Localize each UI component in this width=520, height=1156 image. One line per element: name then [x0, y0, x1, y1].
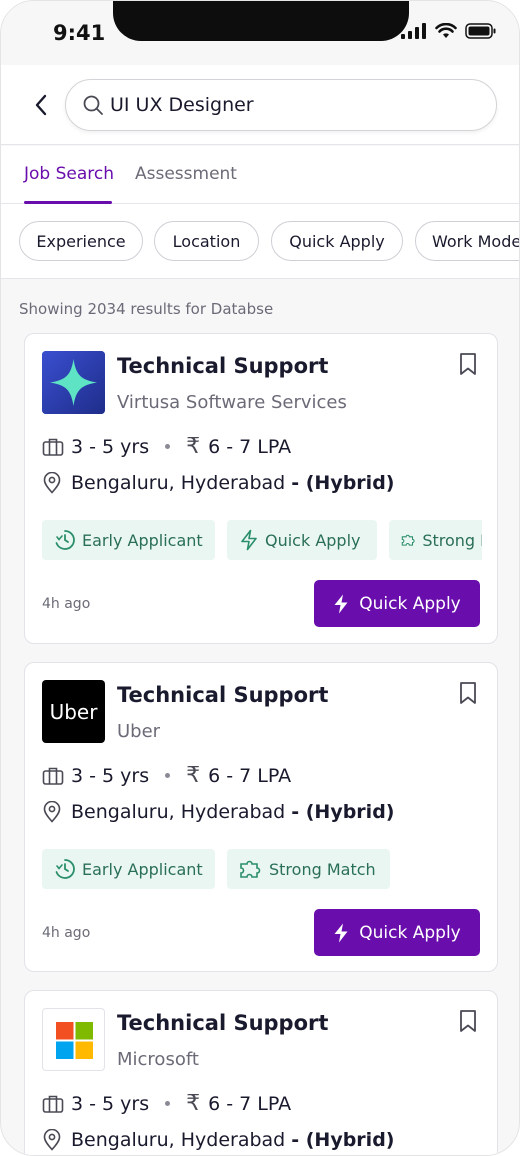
- job-tags: Early Applicant Quick Apply Strong Match: [42, 520, 482, 560]
- job-title: Technical Support: [117, 1011, 329, 1035]
- notch: [113, 1, 409, 41]
- puzzle-icon: [240, 860, 261, 878]
- job-title: Technical Support: [117, 683, 329, 707]
- job-location: Bengaluru, Hyderabad - (Hybrid): [42, 1129, 394, 1151]
- uber-logo-icon: Uber: [49, 699, 98, 724]
- briefcase-icon: [42, 438, 64, 456]
- filter-chip-experience[interactable]: Experience: [19, 221, 143, 261]
- virtusa-star-logo-icon: [42, 351, 105, 414]
- tag-label: Early Applicant: [82, 530, 203, 550]
- back-button[interactable]: [27, 91, 55, 119]
- company-name: Virtusa Software Services: [117, 392, 347, 413]
- salary-text: 6 - 7 LPA: [208, 1092, 292, 1115]
- job-card[interactable]: Technical Support Microsoft 3 - 5 yrs ₹ …: [24, 990, 498, 1155]
- separator-dot: [165, 1101, 171, 1106]
- lightning-outline-icon: [241, 529, 257, 551]
- tag-strong-match: Strong Match: [389, 520, 482, 560]
- button-label: Quick Apply: [359, 922, 461, 943]
- status-icons: [401, 23, 497, 39]
- job-tags: Early Applicant Strong Match: [42, 849, 482, 889]
- separator-dot: [165, 444, 171, 449]
- salary-text: 6 - 7 LPA: [208, 435, 292, 458]
- lightning-icon: [334, 923, 348, 942]
- quick-apply-button[interactable]: Quick Apply: [314, 580, 480, 627]
- job-card[interactable]: Uber Technical Support Uber 3 - 5 yrs ₹ …: [24, 662, 498, 972]
- location-text: Bengaluru, Hyderabad: [71, 801, 286, 823]
- tab-job-search[interactable]: Job Search: [24, 164, 114, 184]
- tag-label: Quick Apply: [265, 530, 361, 550]
- filter-chip-work-mode[interactable]: Work Mode: [415, 221, 519, 261]
- button-label: Quick Apply: [359, 593, 461, 614]
- job-card[interactable]: Technical Support Virtusa Software Servi…: [24, 333, 498, 644]
- location-pin-icon: [43, 801, 61, 823]
- work-mode-text: - (Hybrid): [291, 472, 395, 494]
- briefcase-icon: [42, 767, 64, 785]
- results-count: Showing 2034 results for Databse: [19, 300, 274, 318]
- location-text: Bengaluru, Hyderabad: [71, 472, 286, 494]
- rupee-icon: ₹: [186, 1091, 201, 1116]
- filter-bar: Experience Location Quick Apply Work Mod…: [1, 204, 519, 279]
- experience-text: 3 - 5 yrs: [71, 764, 150, 787]
- tag-strong-match: Strong Match: [227, 849, 390, 889]
- status-time: 9:41: [53, 21, 106, 45]
- job-meta: 3 - 5 yrs ₹ 6 - 7 LPA: [42, 763, 291, 788]
- job-meta: 3 - 5 yrs ₹ 6 - 7 LPA: [42, 434, 291, 459]
- filter-chip-location[interactable]: Location: [154, 221, 259, 261]
- tag-label: Strong Match: [269, 859, 376, 879]
- clock-check-icon: [55, 530, 75, 550]
- company-name: Microsoft: [117, 1049, 199, 1070]
- search-input[interactable]: [110, 94, 470, 116]
- phone-frame: 9:41 UI UX Designer Job Search Assessmen…: [0, 0, 520, 1156]
- bookmark-icon[interactable]: [457, 681, 479, 705]
- tag-label: Strong Match: [422, 530, 482, 550]
- salary-text: 6 - 7 LPA: [208, 764, 292, 787]
- job-meta: 3 - 5 yrs ₹ 6 - 7 LPA: [42, 1091, 291, 1116]
- status-bar: 9:41: [1, 1, 519, 65]
- tag-early-applicant: Early Applicant: [42, 849, 215, 889]
- rupee-icon: ₹: [186, 434, 201, 459]
- experience-text: 3 - 5 yrs: [71, 1092, 150, 1115]
- search-box[interactable]: [65, 79, 497, 131]
- experience-text: 3 - 5 yrs: [71, 435, 150, 458]
- tag-label: Early Applicant: [82, 859, 203, 879]
- filter-chip-quick-apply[interactable]: Quick Apply: [271, 221, 403, 261]
- company-logo: Uber: [42, 680, 105, 743]
- puzzle-icon: [401, 534, 415, 546]
- wifi-icon: [435, 23, 457, 38]
- search-icon: [83, 95, 103, 115]
- job-title: Technical Support: [117, 354, 329, 378]
- posted-time: 4h ago: [42, 925, 91, 941]
- job-location: Bengaluru, Hyderabad - (Hybrid): [42, 472, 394, 494]
- work-mode-text: - (Hybrid): [291, 1129, 395, 1151]
- company-name: Uber: [117, 721, 161, 742]
- tab-assessment[interactable]: Assessment: [135, 164, 237, 184]
- microsoft-logo-icon: [56, 1022, 93, 1059]
- separator-dot: [165, 773, 171, 778]
- tag-early-applicant: Early Applicant: [42, 520, 215, 560]
- quick-apply-button[interactable]: Quick Apply: [314, 909, 480, 956]
- search-header: [1, 65, 519, 145]
- tag-quick-apply: Quick Apply: [227, 520, 377, 560]
- clock-check-icon: [55, 859, 75, 879]
- briefcase-icon: [42, 1095, 64, 1113]
- company-logo: [42, 1008, 105, 1071]
- signal-icon: [401, 23, 426, 39]
- location-text: Bengaluru, Hyderabad: [71, 1129, 286, 1151]
- location-pin-icon: [43, 472, 61, 494]
- bookmark-icon[interactable]: [457, 352, 479, 376]
- location-pin-icon: [43, 1129, 61, 1151]
- lightning-icon: [334, 594, 348, 613]
- chevron-left-icon: [35, 94, 47, 116]
- battery-icon: [465, 23, 496, 39]
- company-logo: [42, 351, 105, 414]
- tab-bar: Job Search Assessment: [1, 146, 519, 204]
- job-location: Bengaluru, Hyderabad - (Hybrid): [42, 801, 394, 823]
- rupee-icon: ₹: [186, 763, 201, 788]
- posted-time: 4h ago: [42, 596, 91, 612]
- bookmark-icon[interactable]: [457, 1009, 479, 1033]
- work-mode-text: - (Hybrid): [291, 801, 395, 823]
